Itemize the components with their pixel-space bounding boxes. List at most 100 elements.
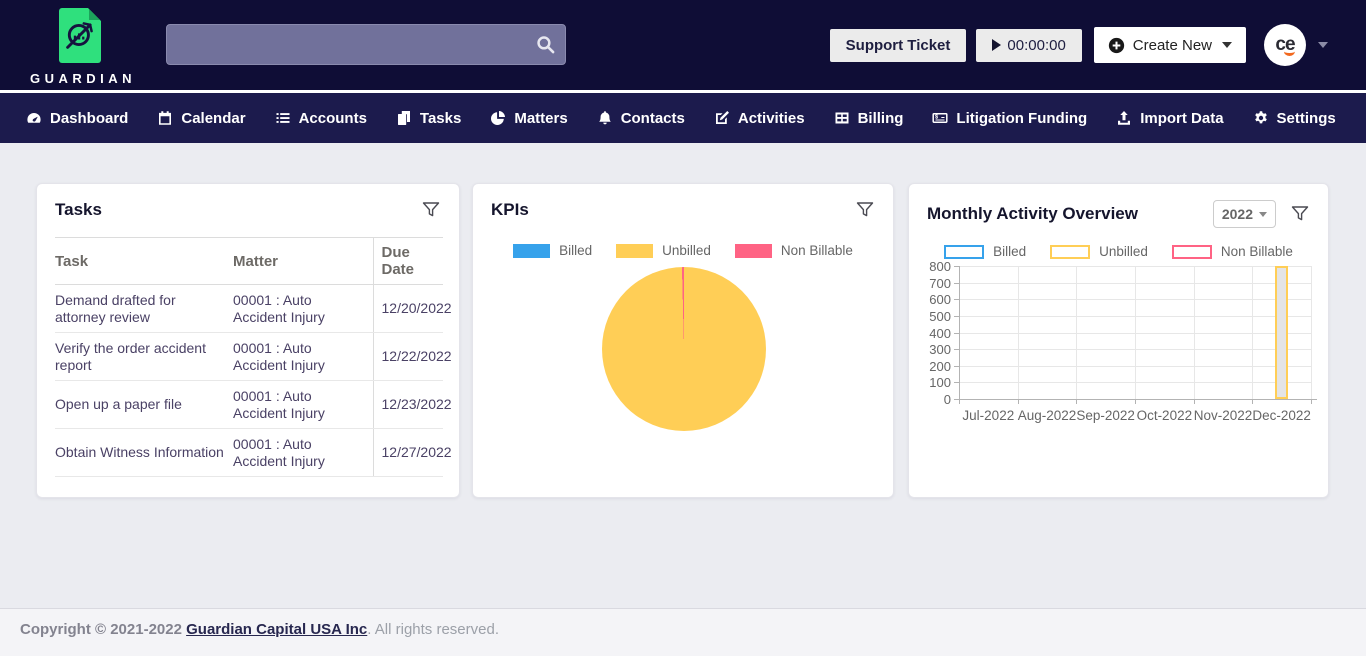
search-input[interactable]	[166, 24, 566, 65]
tasks-table: TaskMatterDue Date Demand drafted for at…	[55, 237, 443, 477]
legend-label: Non Billable	[1221, 244, 1293, 259]
dashboard-icon	[26, 110, 42, 126]
nav-item-billing[interactable]: Billing	[834, 110, 904, 127]
user-avatar[interactable]: ce	[1264, 24, 1306, 66]
monthly-card-title: Monthly Activity Overview	[927, 204, 1138, 224]
legend-label: Unbilled	[1099, 244, 1148, 259]
brand-logo-icon	[59, 8, 101, 63]
due-date-cell: 12/23/2022	[373, 381, 443, 429]
calendar-icon	[157, 110, 173, 126]
timer-value: 00:00:00	[1007, 37, 1065, 54]
task-cell: Open up a paper file	[55, 381, 233, 429]
page-footer: Copyright © 2021-2022 Guardian Capital U…	[0, 608, 1366, 656]
y-axis-label: 500	[911, 309, 951, 324]
legend-item[interactable]: Billed	[944, 244, 1026, 259]
matter-cell: 00001 : Auto Accident Injury	[233, 429, 373, 477]
tasks-icon	[396, 110, 412, 126]
gridline	[1135, 266, 1136, 399]
company-link[interactable]: Guardian Capital USA Inc	[186, 621, 367, 638]
legend-item[interactable]: Non Billable	[735, 243, 853, 258]
task-cell: Obtain Witness Information	[55, 429, 233, 477]
support-ticket-button[interactable]: Support Ticket	[830, 29, 967, 62]
x-axis	[959, 399, 1317, 400]
kpis-card-title: KPIs	[491, 200, 529, 220]
table-row[interactable]: Demand drafted for attorney review00001 …	[55, 285, 443, 333]
monthly-bar-chart: 0100200300400500600700800Jul-2022Aug-202…	[909, 266, 1330, 441]
nav-item-litigation[interactable]: $Litigation Funding	[932, 110, 1087, 127]
table-row[interactable]: Open up a paper file00001 : Auto Acciden…	[55, 381, 443, 429]
table-row[interactable]: Verify the order accident report00001 : …	[55, 333, 443, 381]
y-axis-label: 200	[911, 359, 951, 374]
matter-cell: 00001 : Auto Accident Injury	[233, 285, 373, 333]
user-menu-caret-icon[interactable]	[1318, 42, 1328, 48]
litigation-icon: $	[932, 110, 948, 126]
y-axis	[959, 266, 960, 404]
table-row[interactable]: Obtain Witness Information00001 : Auto A…	[55, 429, 443, 477]
import-icon	[1116, 110, 1132, 126]
y-axis-label: 400	[911, 326, 951, 341]
y-axis-label: 0	[911, 392, 951, 407]
monthly-activity-card: Monthly Activity Overview 2022 Billed Unb…	[908, 183, 1329, 498]
tasks-filter-icon[interactable]	[421, 200, 441, 220]
monthly-filter-icon[interactable]	[1290, 204, 1310, 224]
billing-icon	[834, 110, 850, 126]
timer-button[interactable]: 00:00:00	[976, 29, 1081, 62]
task-cell: Demand drafted for attorney review	[55, 285, 233, 333]
legend-swatch	[513, 244, 550, 258]
legend-label: Billed	[559, 243, 592, 258]
task-cell: Verify the order accident report	[55, 333, 233, 381]
search-icon[interactable]	[535, 34, 556, 55]
kpis-card: KPIs Billed Unbilled Non Billable	[472, 183, 894, 498]
brand-logo[interactable]: GUARDIAN	[30, 4, 130, 86]
legend-label: Unbilled	[662, 243, 711, 258]
app-header: GUARDIAN Support Ticket 00:00:00 Create …	[0, 0, 1366, 90]
activities-icon	[714, 110, 730, 126]
global-search	[166, 24, 566, 65]
create-new-button[interactable]: Create New	[1094, 27, 1246, 63]
nav-item-accounts[interactable]: Accounts	[275, 110, 367, 127]
nav-item-settings[interactable]: Settings	[1253, 110, 1336, 127]
settings-icon	[1253, 110, 1269, 126]
legend-item[interactable]: Unbilled	[1050, 244, 1148, 259]
nav-item-contacts[interactable]: Contacts	[597, 110, 685, 127]
legend-swatch	[616, 244, 653, 258]
kpis-legend: Billed Unbilled Non Billable	[473, 243, 893, 258]
gridline	[1076, 266, 1077, 399]
year-select-value: 2022	[1222, 206, 1253, 222]
nav-item-activities[interactable]: Activities	[714, 110, 805, 127]
copyright-text: Copyright © 2021-2022	[20, 621, 186, 638]
kpis-pie-chart	[602, 267, 766, 431]
play-icon	[992, 39, 1001, 51]
gridline	[1252, 266, 1253, 399]
nav-item-import[interactable]: Import Data	[1116, 110, 1223, 127]
gridline	[1194, 266, 1195, 399]
due-date-cell: 12/27/2022	[373, 429, 443, 477]
chevron-down-icon	[1259, 212, 1267, 217]
tasks-card: Tasks TaskMatterDue Date Demand drafted …	[36, 183, 460, 498]
avatar-monogram: ce	[1275, 34, 1294, 56]
legend-item[interactable]: Non Billable	[1172, 244, 1293, 259]
legend-swatch	[1050, 245, 1090, 259]
legend-label: Billed	[993, 244, 1026, 259]
nav-item-calendar[interactable]: Calendar	[157, 110, 245, 127]
gridline	[1018, 266, 1019, 399]
bar-unbilled	[1275, 266, 1288, 399]
accounts-icon	[275, 110, 291, 126]
legend-item[interactable]: Unbilled	[616, 243, 711, 258]
y-axis-label: 100	[911, 375, 951, 390]
tasks-card-title: Tasks	[55, 200, 102, 220]
column-header: Due Date	[373, 238, 443, 285]
nav-item-dashboard[interactable]: Dashboard	[26, 110, 128, 127]
nav-item-tasks[interactable]: Tasks	[396, 110, 461, 127]
monthly-legend: Billed Unbilled Non Billable	[909, 244, 1328, 259]
kpis-filter-icon[interactable]	[855, 200, 875, 220]
legend-item[interactable]: Billed	[513, 243, 592, 258]
year-select[interactable]: 2022	[1213, 200, 1276, 228]
y-axis-label: 300	[911, 342, 951, 357]
legend-swatch	[944, 245, 984, 259]
main-nav: Dashboard Calendar Accounts Tasks Matters Con…	[0, 90, 1366, 143]
legend-label: Non Billable	[781, 243, 853, 258]
nav-item-matters[interactable]: Matters	[490, 110, 567, 127]
y-axis-label: 700	[911, 276, 951, 291]
y-axis-label: 600	[911, 292, 951, 307]
